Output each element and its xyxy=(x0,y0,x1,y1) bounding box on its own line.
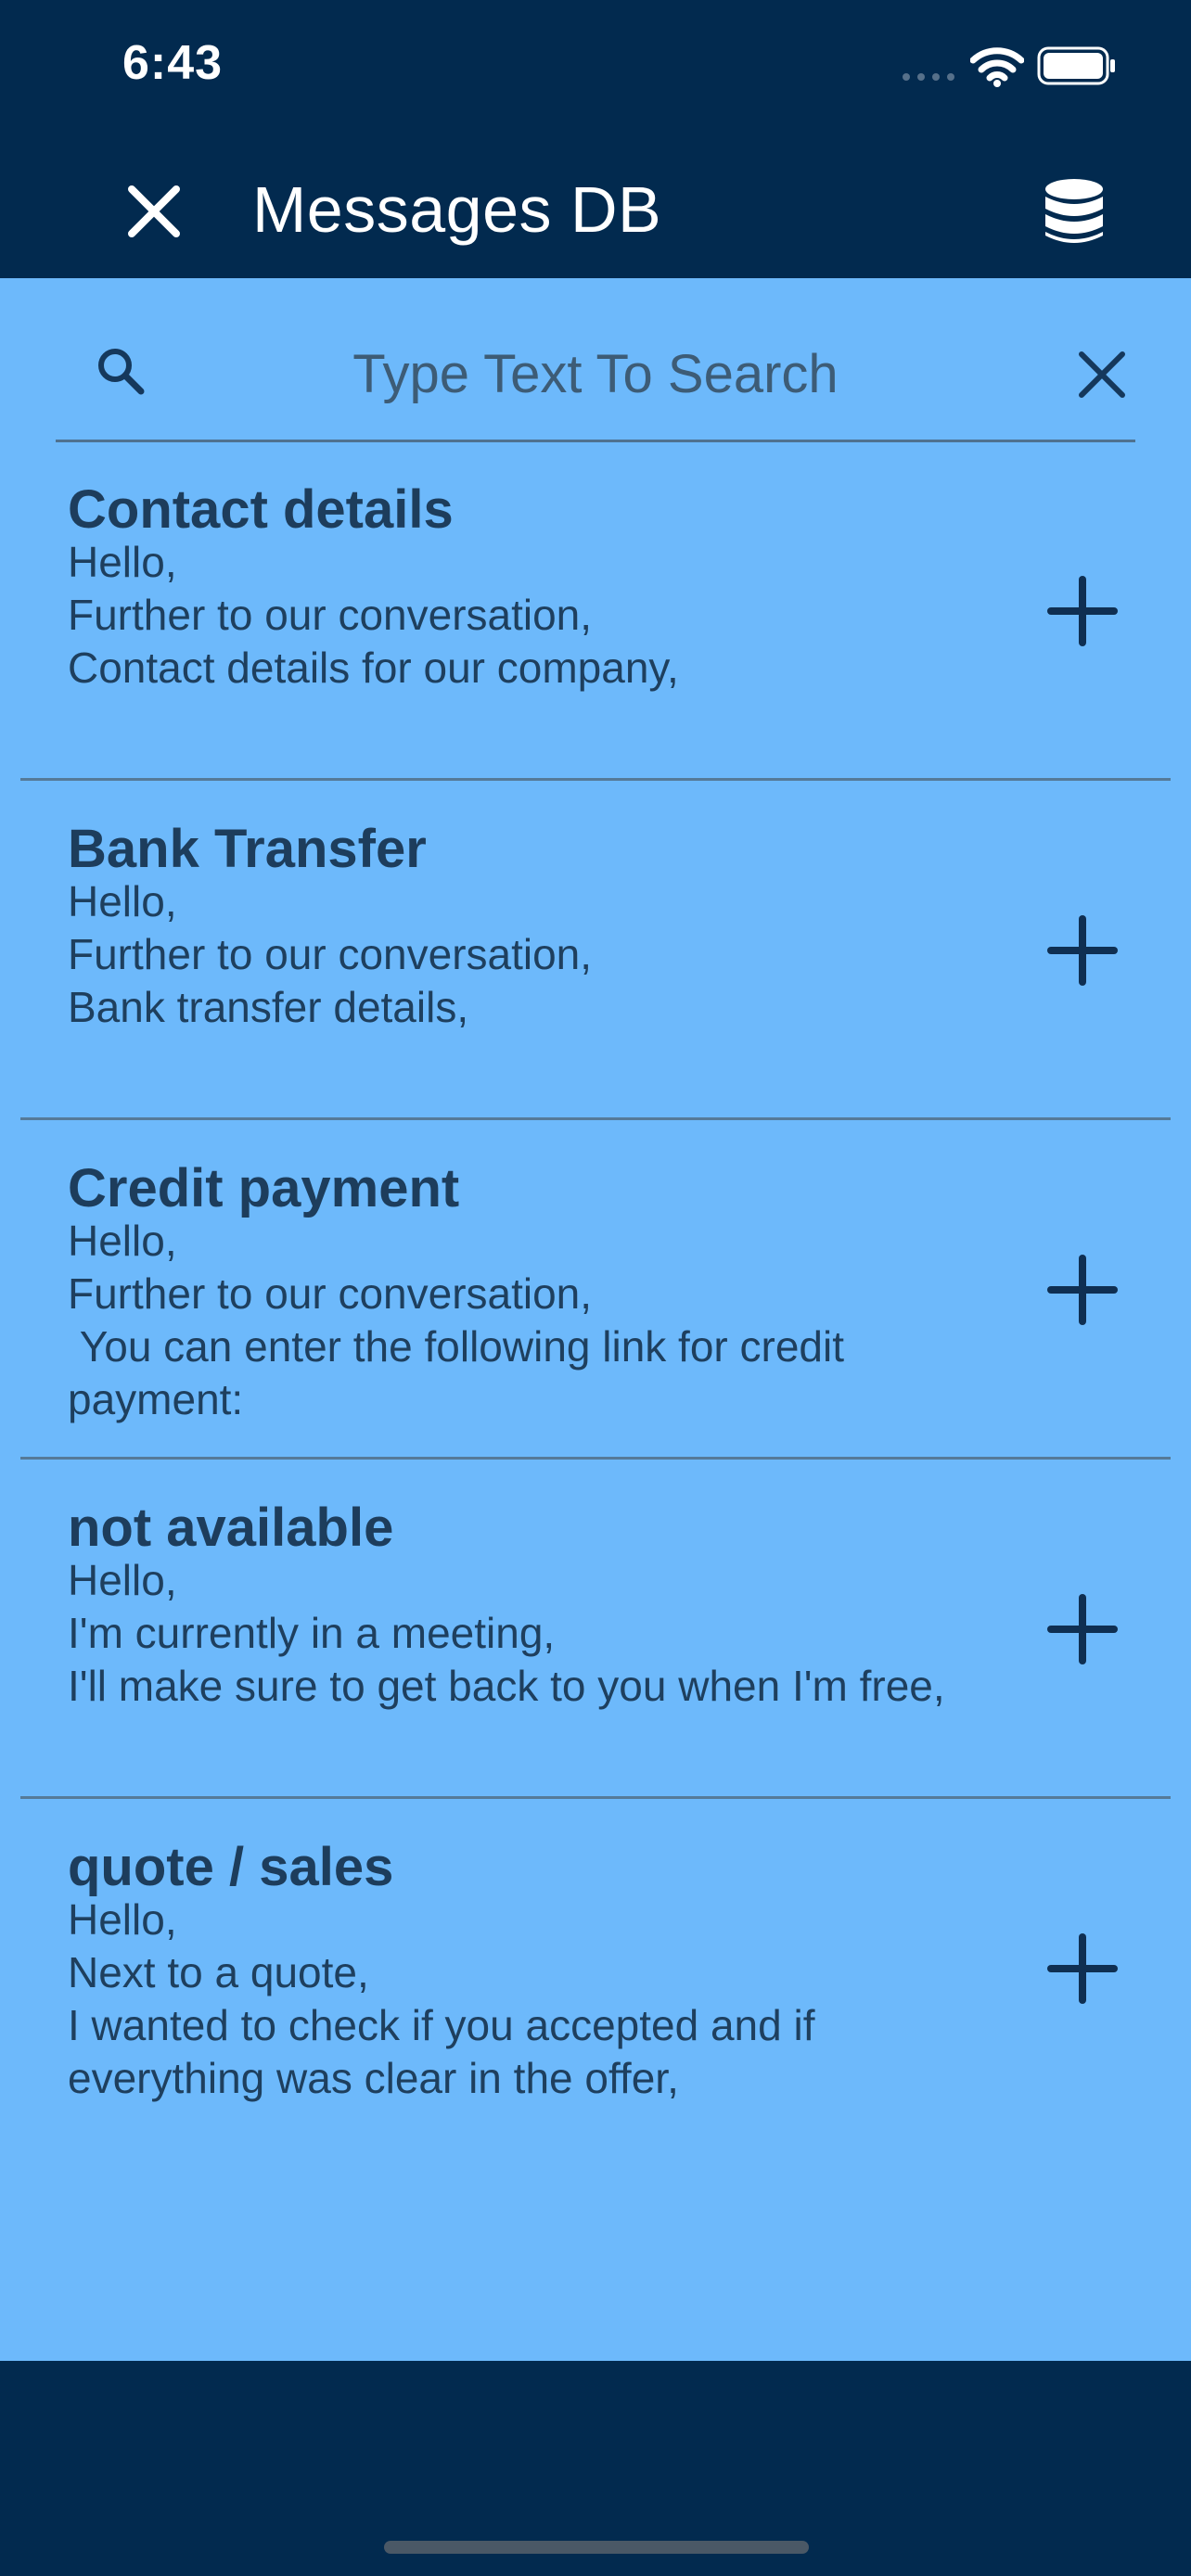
battery-icon xyxy=(1037,46,1115,85)
message-body: Hello, Further to our conversation, Bank… xyxy=(68,877,593,1031)
message-title: Credit payment xyxy=(68,1158,460,1218)
status-time: 6:43 xyxy=(122,36,224,90)
database-button[interactable] xyxy=(1035,172,1113,250)
message-item[interactable]: Bank Transfer Hello, Further to our conv… xyxy=(20,781,1171,1120)
plus-icon xyxy=(1047,915,1118,986)
search-bar xyxy=(56,308,1135,442)
plus-icon xyxy=(1047,576,1118,646)
database-icon xyxy=(1045,179,1103,243)
message-item[interactable]: Contact details Hello, Further to our co… xyxy=(20,441,1171,781)
add-message-button[interactable] xyxy=(1041,1588,1124,1671)
message-body: Hello, I'm currently in a meeting, I'll … xyxy=(68,1556,945,1710)
plus-icon xyxy=(1047,1594,1118,1664)
message-item[interactable]: Credit payment Hello, Further to our con… xyxy=(20,1120,1171,1460)
message-body: Hello, Further to our conversation, You … xyxy=(68,1217,845,1423)
cellular-signal-icon xyxy=(903,73,954,81)
bottom-bar xyxy=(0,2361,1191,2576)
plus-icon xyxy=(1047,1255,1118,1325)
add-message-button[interactable] xyxy=(1041,1927,1124,2010)
close-icon xyxy=(128,185,180,237)
status-bar: 6:43 xyxy=(0,0,1191,139)
message-body: Hello, Next to a quote, I wanted to chec… xyxy=(68,1895,815,2102)
message-list: Contact details Hello, Further to our co… xyxy=(20,441,1171,2138)
message-title: quote / sales xyxy=(68,1837,394,1897)
message-title: not available xyxy=(68,1498,394,1558)
message-title: Bank Transfer xyxy=(68,819,427,879)
plus-icon xyxy=(1047,1933,1118,2004)
close-button[interactable] xyxy=(119,176,189,247)
add-message-button[interactable] xyxy=(1041,909,1124,992)
add-message-button[interactable] xyxy=(1041,1248,1124,1332)
message-item[interactable]: quote / sales Hello, Next to a quote, I … xyxy=(20,1799,1171,2138)
home-indicator[interactable] xyxy=(384,2541,809,2554)
content-area: Contact details Hello, Further to our co… xyxy=(0,278,1191,2361)
clear-search-button[interactable] xyxy=(1070,343,1133,406)
message-title: Contact details xyxy=(68,479,454,540)
message-body: Hello, Further to our conversation, Cont… xyxy=(68,538,679,692)
wifi-icon xyxy=(970,47,1024,87)
message-item[interactable]: not available Hello, I'm currently in a … xyxy=(20,1460,1171,1799)
search-icon xyxy=(98,349,145,395)
app-bar: Messages DB xyxy=(0,139,1191,278)
clear-icon xyxy=(1079,351,1125,398)
page-title: Messages DB xyxy=(252,173,662,246)
search-input[interactable] xyxy=(186,326,1005,421)
add-message-button[interactable] xyxy=(1041,569,1124,653)
